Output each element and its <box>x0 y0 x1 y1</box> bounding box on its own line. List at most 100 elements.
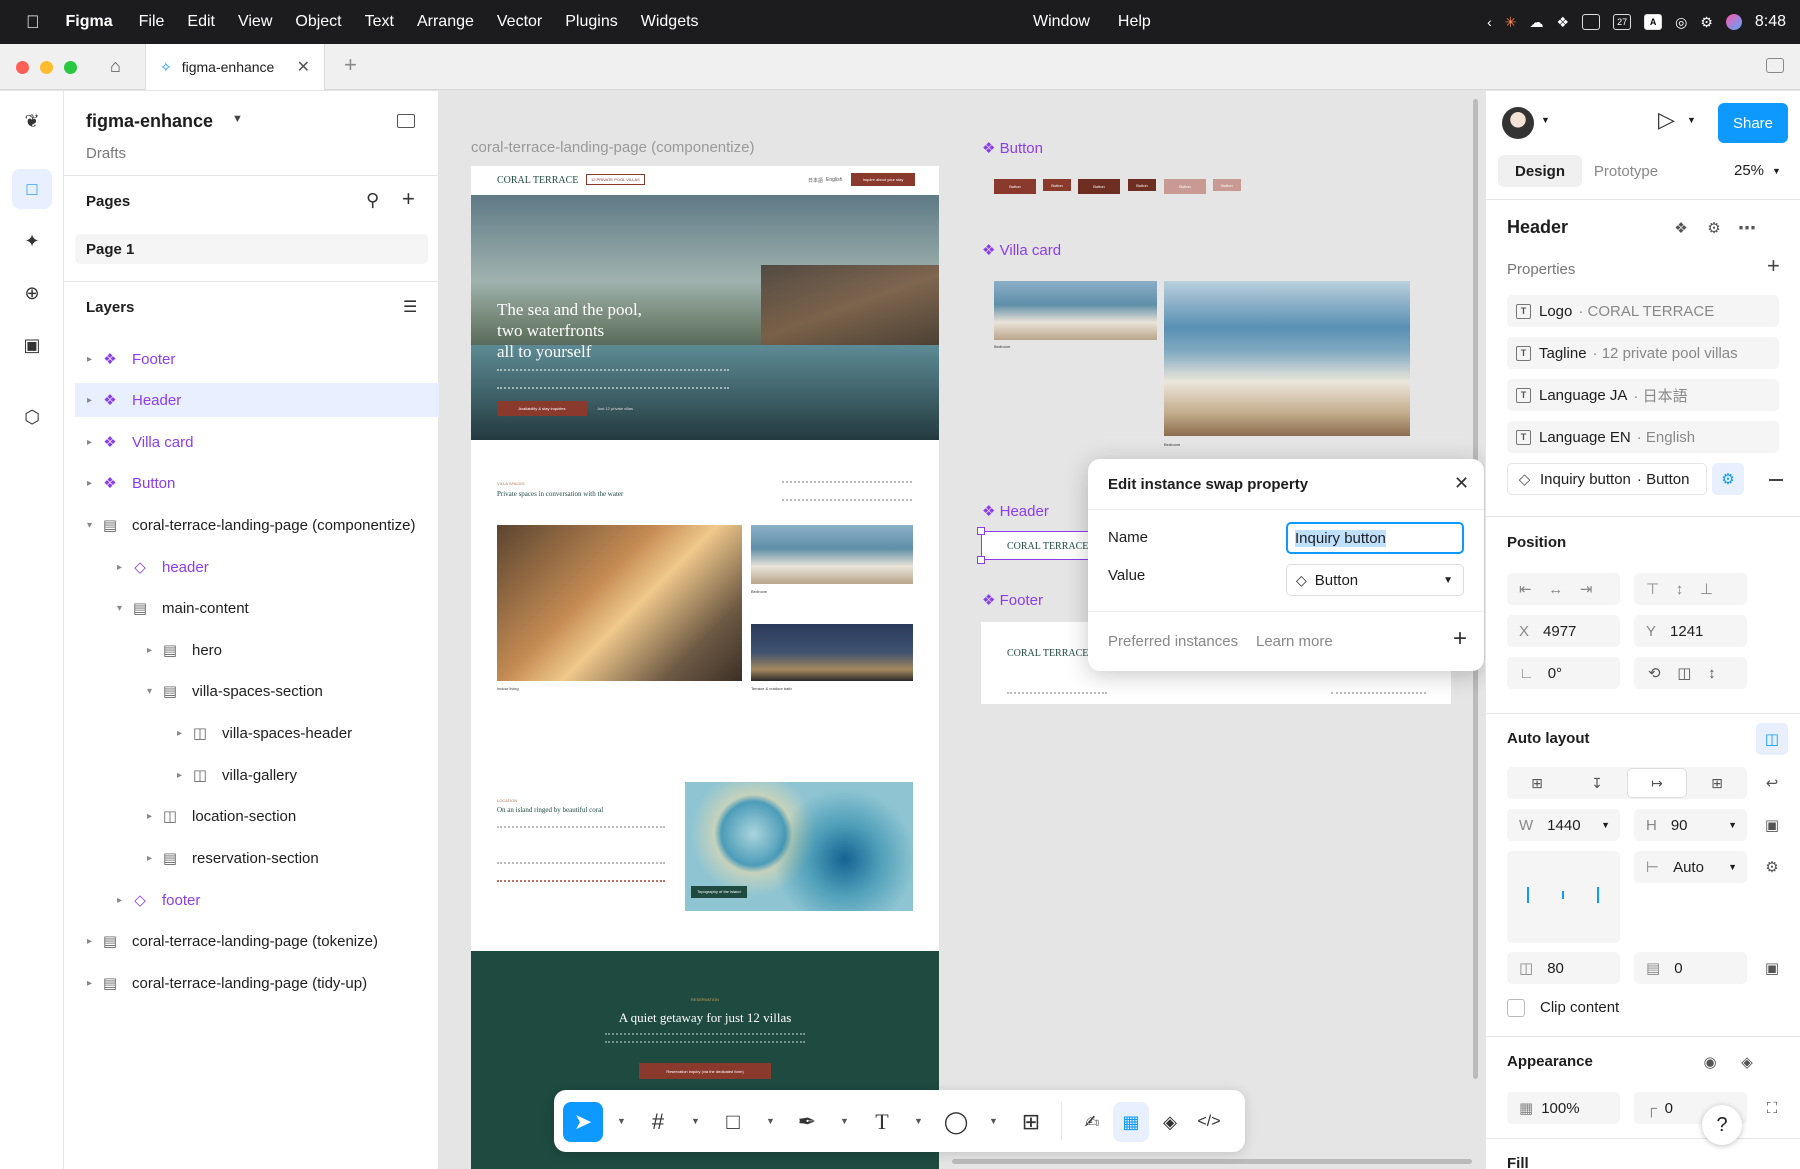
layer-main-content[interactable]: ▾ ▤ main-content <box>75 591 439 625</box>
chevron-left-icon[interactable]: ‹ <box>1487 14 1492 30</box>
chevron-down-icon[interactable]: ▼ <box>232 113 243 125</box>
auto-layout-icon[interactable]: ◫ <box>1756 723 1788 755</box>
resize-handle[interactable] <box>977 556 985 564</box>
chevron-right-icon[interactable]: ▸ <box>87 978 92 989</box>
new-tab-button[interactable]: + <box>344 52 357 78</box>
chevron-down-icon[interactable]: ▾ <box>147 686 152 697</box>
layer-header-component[interactable]: ▸ ❖ Header <box>75 383 439 417</box>
layer-villa-spaces-header[interactable]: ▸ ◫ villa-spaces-header <box>75 716 439 750</box>
horizontal-scrollbar[interactable] <box>952 1159 1472 1164</box>
dev-mode-icon[interactable]: </> <box>1191 1102 1227 1142</box>
menu-widgets[interactable]: Widgets <box>641 13 699 31</box>
component-label-villa-card[interactable]: ❖ Villa card <box>982 241 1061 259</box>
home-icon[interactable]: ⌂ <box>110 56 121 77</box>
menu-window[interactable]: Window <box>1033 13 1090 31</box>
button-variant[interactable]: Button <box>1043 179 1071 191</box>
calendar-icon[interactable]: 27 <box>1613 14 1632 30</box>
move-tool-icon[interactable]: ➤ <box>563 1102 603 1142</box>
dropbox-icon[interactable]: ❖ <box>1557 14 1570 31</box>
y-field[interactable]: Y 1241 <box>1634 615 1747 647</box>
tab-prototype[interactable]: Prototype <box>1582 155 1670 187</box>
button-variant[interactable]: Button <box>1078 179 1120 194</box>
cloud-icon[interactable]: ☁ <box>1530 14 1544 31</box>
add-page-icon[interactable]: + <box>402 186 415 212</box>
chevron-right-icon[interactable]: ▸ <box>87 478 92 489</box>
chevron-right-icon[interactable]: ▸ <box>87 354 92 365</box>
width-field[interactable]: W 1440 ▼ <box>1507 809 1620 841</box>
auto-layout-settings-icon[interactable]: ⚙ <box>1756 851 1788 883</box>
rotation-field[interactable]: ∟ 0° <box>1507 657 1620 689</box>
menu-edit[interactable]: Edit <box>187 13 215 31</box>
x-field[interactable]: X 4977 <box>1507 615 1620 647</box>
component-label-footer[interactable]: ❖ Footer <box>982 591 1043 609</box>
play-icon[interactable]: ▷ <box>1658 107 1675 133</box>
minimize-window-button[interactable] <box>40 61 53 74</box>
layer-villa-card-component[interactable]: ▸ ❖ Villa card <box>75 425 439 459</box>
villa-card-image-small[interactable] <box>994 281 1157 340</box>
chevron-right-icon[interactable]: ▸ <box>147 645 152 656</box>
toggle-sidebar-icon[interactable] <box>397 114 415 128</box>
chevron-right-icon[interactable]: ▸ <box>87 936 92 947</box>
layer-reservation-section[interactable]: ▸ ▤ reservation-section <box>75 841 439 875</box>
value-select[interactable]: ◇ Button ▼ <box>1286 564 1464 596</box>
sun-icon[interactable]: ✳ <box>1505 14 1517 31</box>
component-label-header[interactable]: ❖ Header <box>982 502 1049 520</box>
menu-plugins[interactable]: Plugins <box>565 13 617 31</box>
menu-vector[interactable]: Vector <box>497 13 542 31</box>
chevron-right-icon[interactable]: ▸ <box>87 437 92 448</box>
layer-frame-componentize[interactable]: ▾ ▤ coral-terrace-landing-page (componen… <box>75 508 439 542</box>
more-icon[interactable]: ⋯ <box>1731 212 1763 244</box>
property-inquiry-button[interactable]: ◇ Inquiry button · Button <box>1507 463 1707 495</box>
layer-villa-gallery[interactable]: ▸ ◫ villa-gallery <box>75 758 439 792</box>
learn-more-link[interactable]: Learn more <box>1256 633 1333 650</box>
property-settings-icon[interactable]: ⚙ <box>1712 463 1744 495</box>
gap-field[interactable]: ⊢ Auto ▼ <box>1634 851 1747 883</box>
layer-villa-spaces-section[interactable]: ▾ ▤ villa-spaces-section <box>75 674 439 708</box>
blend-mode-icon[interactable]: ◈ <box>1731 1046 1763 1078</box>
transform-group[interactable]: ⟲ ◫ ↕ <box>1634 657 1747 689</box>
property-language-en[interactable]: T Language EN · English <box>1507 421 1779 453</box>
chevron-down-icon[interactable]: ▼ <box>1541 115 1550 125</box>
siri-icon[interactable] <box>1725 14 1742 30</box>
layer-footer-instance[interactable]: ▸ ◇ footer <box>75 883 439 917</box>
property-logo[interactable]: T Logo · CORAL TERRACE <box>1507 295 1779 327</box>
menu-file[interactable]: File <box>139 13 165 31</box>
button-variant[interactable]: Button <box>1213 179 1241 191</box>
close-icon[interactable]: ✕ <box>1454 473 1469 494</box>
help-button[interactable]: ? <box>1702 1105 1742 1145</box>
search-icon[interactable]: ⚲ <box>366 190 379 211</box>
comment-tool-icon[interactable]: ◯ <box>936 1102 976 1142</box>
chevron-down-icon[interactable]: ▼ <box>766 1116 775 1126</box>
chevron-down-icon[interactable]: ▼ <box>1687 115 1696 125</box>
remove-property-icon[interactable] <box>1769 479 1783 481</box>
layer-header-instance[interactable]: ▸ ◇ header <box>75 550 439 584</box>
actions-icon[interactable]: ⊞ <box>1011 1102 1051 1142</box>
add-preferred-icon[interactable]: + <box>1453 625 1467 653</box>
component-icon[interactable]: ❖ <box>1665 212 1697 244</box>
chevron-right-icon[interactable]: ▸ <box>147 811 152 822</box>
zoom-level[interactable]: 25% <box>1734 162 1764 179</box>
menu-arrange[interactable]: Arrange <box>417 13 474 31</box>
component-label-button[interactable]: ❖ Button <box>982 139 1043 157</box>
properties-adjust-icon[interactable]: ⚙ <box>1698 212 1730 244</box>
property-language-ja[interactable]: T Language JA · 日本語 <box>1507 379 1779 411</box>
file-icon[interactable]: □ <box>12 169 52 209</box>
layout-horizontal-icon[interactable]: ↦ <box>1627 768 1687 798</box>
design-mode-icon[interactable]: ▦ <box>1113 1102 1149 1142</box>
add-property-icon[interactable]: + <box>1767 253 1780 279</box>
page-item[interactable]: Page 1 <box>75 234 428 264</box>
airdrop-icon[interactable]: ◎ <box>1675 14 1687 31</box>
close-window-button[interactable] <box>16 61 29 74</box>
button-variant[interactable]: Button <box>994 179 1036 194</box>
toolbox-icon[interactable]: ▣ <box>12 325 52 365</box>
frame-tool-icon[interactable]: # <box>638 1102 678 1142</box>
layer-button-component[interactable]: ▸ ❖ Button <box>75 466 439 500</box>
chevron-down-icon[interactable]: ▼ <box>617 1116 626 1126</box>
figma-menu-icon[interactable]: ❦ <box>12 101 52 141</box>
dev-mode-icon[interactable]: ⬡ <box>12 397 52 437</box>
layout-grid-icon[interactable]: ⊞ <box>1687 775 1747 792</box>
tab-design[interactable]: Design <box>1498 155 1582 187</box>
chevron-right-icon[interactable]: ▸ <box>117 895 122 906</box>
chevron-down-icon[interactable]: ▼ <box>914 1116 923 1126</box>
layer-footer-component[interactable]: ▸ ❖ Footer <box>75 342 439 376</box>
